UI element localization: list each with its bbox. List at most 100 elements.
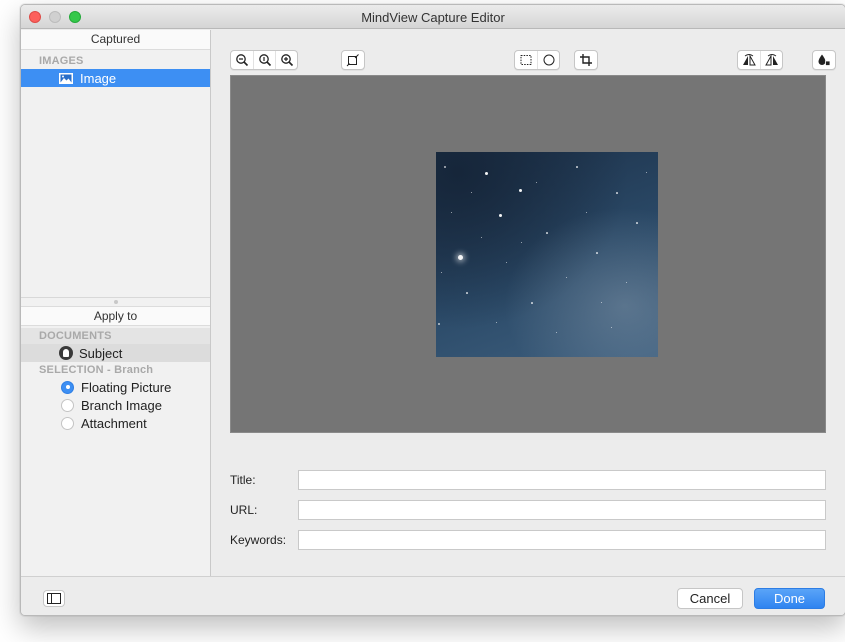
star-dot bbox=[519, 189, 522, 192]
rectangle-select-icon bbox=[520, 55, 532, 65]
sidebar-toggle-button[interactable] bbox=[43, 590, 65, 607]
star-dot bbox=[531, 302, 533, 304]
branch-image-radio[interactable] bbox=[61, 398, 74, 412]
option-attachment[interactable]: Attachment bbox=[21, 414, 210, 432]
crop-button-group bbox=[574, 50, 598, 70]
star-dot bbox=[471, 192, 472, 193]
apply-to-pane: Apply to DOCUMENTS Subject SELECTION - B… bbox=[21, 306, 210, 576]
star-dot bbox=[451, 212, 453, 214]
star-dot bbox=[496, 322, 497, 323]
capture-editor-window: MindView Capture Editor Captured IMAGES … bbox=[20, 4, 845, 616]
crop-button[interactable] bbox=[575, 51, 597, 69]
option-label: Floating Picture bbox=[81, 379, 172, 395]
url-field-row: URL: bbox=[230, 500, 826, 520]
image-list-item[interactable]: Image bbox=[21, 69, 210, 87]
color-button-group bbox=[812, 50, 836, 70]
star-dot bbox=[646, 172, 647, 173]
star-dot bbox=[536, 182, 538, 184]
star-dot bbox=[444, 166, 446, 168]
window-title: MindView Capture Editor bbox=[361, 10, 505, 25]
title-field[interactable] bbox=[298, 470, 826, 490]
title-bar: MindView Capture Editor bbox=[21, 5, 845, 29]
url-label: URL: bbox=[230, 503, 258, 517]
flip-horizontal-icon bbox=[743, 54, 756, 66]
flip-button-group bbox=[737, 50, 783, 70]
ellipse-select-icon bbox=[543, 54, 554, 66]
star-dot bbox=[626, 282, 628, 284]
captured-pane: Captured IMAGES Image bbox=[21, 30, 210, 297]
image-list-item-label: Image bbox=[80, 70, 117, 86]
star-dot bbox=[601, 302, 602, 303]
star-dot bbox=[481, 237, 483, 239]
captured-image[interactable] bbox=[436, 152, 658, 357]
keywords-field-row: Keywords: bbox=[230, 530, 826, 550]
star-dot bbox=[546, 232, 548, 234]
title-field-row: Title: bbox=[230, 470, 826, 490]
done-button[interactable]: Done bbox=[754, 588, 825, 609]
ellipse-select-button[interactable] bbox=[537, 51, 559, 69]
star-dot bbox=[506, 262, 508, 264]
star-dot bbox=[586, 212, 588, 214]
star-dot bbox=[441, 272, 442, 273]
crop-icon bbox=[580, 54, 592, 66]
url-field[interactable] bbox=[298, 500, 826, 520]
star-dot bbox=[466, 292, 468, 294]
attachment-radio[interactable] bbox=[61, 416, 74, 430]
resize-icon bbox=[346, 54, 359, 67]
star-dot bbox=[485, 172, 488, 175]
flip-horizontal-button[interactable] bbox=[738, 51, 760, 69]
resize-button-group bbox=[341, 50, 365, 70]
star-dot bbox=[438, 323, 440, 325]
star-dot bbox=[566, 277, 567, 278]
zoom-out-button[interactable] bbox=[231, 51, 253, 69]
document-item-subject[interactable]: Subject bbox=[21, 344, 210, 362]
zoom-out-icon bbox=[236, 54, 249, 67]
picture-icon bbox=[59, 72, 73, 84]
image-canvas[interactable] bbox=[230, 75, 826, 433]
zoom-button-group bbox=[230, 50, 298, 70]
pane-splitter[interactable] bbox=[21, 297, 210, 306]
star-dot bbox=[499, 214, 502, 217]
star-dot bbox=[611, 327, 612, 328]
flip-vertical-button[interactable] bbox=[760, 51, 782, 69]
selection-section-label: SELECTION - Branch bbox=[39, 364, 154, 376]
star-dot bbox=[521, 242, 522, 243]
star-dot bbox=[576, 166, 578, 168]
document-item-label: Subject bbox=[79, 345, 123, 361]
option-label: Attachment bbox=[81, 415, 147, 431]
images-section-label: IMAGES bbox=[39, 55, 84, 67]
documents-section-label: DOCUMENTS bbox=[21, 328, 210, 344]
star-dot bbox=[636, 222, 638, 224]
resize-button[interactable] bbox=[342, 51, 364, 69]
option-branch-image[interactable]: Branch Image bbox=[21, 396, 210, 414]
sidebar: Captured IMAGES Image Apply to DOCUMENTS… bbox=[21, 30, 211, 576]
cancel-button[interactable]: Cancel bbox=[677, 588, 743, 609]
zoom-in-button[interactable] bbox=[275, 51, 297, 69]
star-dot bbox=[616, 192, 618, 194]
floating-picture-radio[interactable] bbox=[61, 380, 74, 394]
apply-to-header: Apply to bbox=[21, 306, 210, 326]
flip-vertical-icon bbox=[764, 54, 778, 66]
color-adjust-button[interactable] bbox=[813, 51, 835, 69]
option-label: Branch Image bbox=[81, 397, 162, 413]
bottom-bar: Cancel Done bbox=[21, 576, 845, 615]
keywords-label: Keywords: bbox=[230, 533, 287, 547]
splitter-grip-icon bbox=[114, 300, 118, 304]
star-dot bbox=[458, 255, 463, 260]
captured-header: Captured bbox=[21, 30, 210, 50]
selection-button-group bbox=[514, 50, 560, 70]
sidebar-toggle-icon bbox=[47, 593, 61, 604]
zoom-actual-button[interactable] bbox=[253, 51, 275, 69]
zoom-actual-icon bbox=[258, 54, 271, 67]
editor-toolbar bbox=[211, 30, 845, 74]
star-dot bbox=[596, 252, 598, 254]
subject-icon bbox=[59, 346, 73, 360]
keywords-field[interactable] bbox=[298, 530, 826, 550]
rectangle-select-button[interactable] bbox=[515, 51, 537, 69]
zoom-in-icon bbox=[280, 54, 293, 67]
color-adjust-icon bbox=[818, 54, 831, 66]
title-label: Title: bbox=[230, 473, 256, 487]
option-floating-picture[interactable]: Floating Picture bbox=[21, 378, 210, 396]
star-dot bbox=[556, 332, 558, 334]
editor-main: Title: URL: Keywords: bbox=[211, 30, 845, 576]
